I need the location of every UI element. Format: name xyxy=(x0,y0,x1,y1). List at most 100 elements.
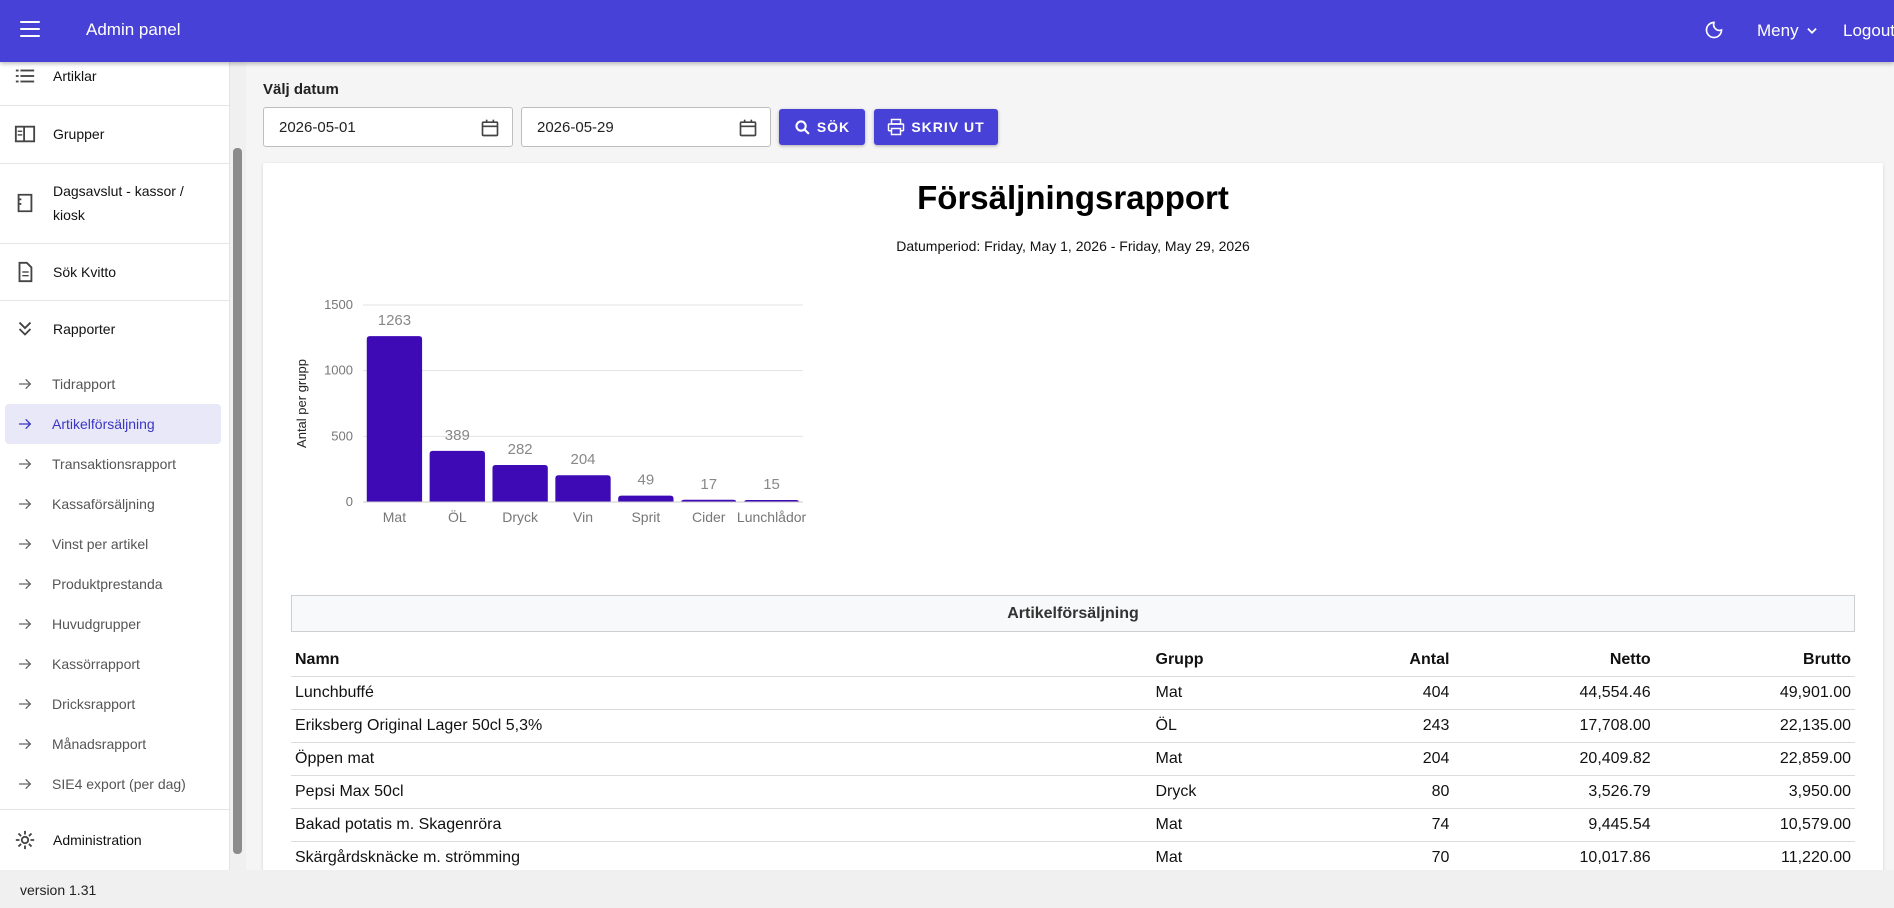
sidebar-subitem-sie4-export[interactable]: SIE4 export (per dag) xyxy=(5,764,221,804)
arrow-right-icon xyxy=(19,538,32,550)
divider xyxy=(0,809,229,810)
list-icon xyxy=(15,69,35,83)
cell-netto: 17,708.00 xyxy=(1453,709,1655,743)
cell-namn: Pepsi Max 50cl xyxy=(291,775,1152,809)
sidebar-subitem-kassaforsaljning[interactable]: Kassaförsäljning xyxy=(5,484,221,524)
data-label: 389 xyxy=(445,427,470,444)
sidebar-subitem-vinst-per-artikel[interactable]: Vinst per artikel xyxy=(5,524,221,564)
cell-netto: 44,554.46 xyxy=(1453,676,1655,710)
cell-brutto: 49,901.00 xyxy=(1654,676,1855,710)
from-date-input[interactable]: 2026-05-01 xyxy=(263,107,513,147)
sidebar-subitem-label: Huvudgrupper xyxy=(52,616,141,632)
arrow-right-icon xyxy=(19,378,32,390)
sidebar-item-sok-kvitto[interactable]: Sök Kvitto xyxy=(0,260,229,284)
table-row: Pepsi Max 50cl Dryck 80 3,526.79 3,950.00 xyxy=(291,775,1855,809)
sidebar-item-label: Dagsavslut - kassor / xyxy=(53,183,184,199)
x-tick-label: Vin xyxy=(573,509,593,525)
sidebar-subitem-label: Artikelförsäljning xyxy=(52,416,155,432)
cell-antal: 74 xyxy=(1342,808,1454,842)
cell-grupp: Dryck xyxy=(1151,775,1343,809)
sidebar-item-grupper[interactable]: Grupper xyxy=(0,122,229,146)
y-tick-label: 1000 xyxy=(324,363,353,378)
sidebar-subitem-manadsrapport[interactable]: Månadsrapport xyxy=(5,724,221,764)
arrow-right-icon xyxy=(19,418,32,430)
sidebar-subitem-transaktionsrapport[interactable]: Transaktionsrapport xyxy=(5,444,221,484)
report-period: Datumperiod: Friday, May 1, 2026 - Frida… xyxy=(896,238,1250,254)
report-title: Försäljningsrapport xyxy=(917,179,1229,216)
date-select-label: Välj datum xyxy=(263,81,339,98)
sidebar-subitem-kassorrapport[interactable]: Kassörrapport xyxy=(5,644,221,684)
column-header-netto[interactable]: Netto xyxy=(1453,644,1655,677)
sidebar-subitem-artikelforsaljning[interactable]: Artikelförsäljning xyxy=(5,404,221,444)
menu-dropdown-button[interactable]: Meny xyxy=(1757,21,1819,41)
sidebar-subitem-tidrapport[interactable]: Tidrapport xyxy=(5,364,221,404)
sidebar-item-label: Sök Kvitto xyxy=(53,264,117,280)
column-header-namn[interactable]: Namn xyxy=(291,644,1152,677)
divider xyxy=(0,243,229,244)
cell-netto: 9,445.54 xyxy=(1453,808,1655,842)
data-label: 17 xyxy=(700,476,717,493)
arrow-right-icon xyxy=(19,498,32,510)
logout-button[interactable]: Logout xyxy=(1843,21,1894,41)
sidebar-item-dagsavslut[interactable]: Dagsavslut - kassor / kiosk xyxy=(0,179,229,227)
app-title: Admin panel xyxy=(86,20,181,39)
sales-table: Namn Grupp Antal Netto Brutto Lunchbuffé… xyxy=(291,644,1855,875)
to-date-value: 2026-05-29 xyxy=(537,119,614,136)
report-card: Försäljningsrapport Datumperiod: Friday,… xyxy=(263,163,1883,883)
table-row: Bakad potatis m. Skagenröra Mat 74 9,445.54… xyxy=(291,808,1855,842)
sidebar-subitem-label: Vinst per artikel xyxy=(52,536,149,552)
cell-namn: Öppen mat xyxy=(291,742,1152,776)
sidebar-subitem-label: Kassörrapport xyxy=(52,656,140,672)
column-header-brutto[interactable]: Brutto xyxy=(1654,644,1855,677)
sidebar-item-label: Grupper xyxy=(53,126,105,142)
sidebar-item-artiklar[interactable]: Artiklar xyxy=(0,64,229,88)
sidebar-subitem-label: Månadsrapport xyxy=(52,736,147,752)
y-tick-label: 500 xyxy=(331,428,353,443)
sidebar-item-label: Artiklar xyxy=(53,68,97,84)
search-button-label: SÖK xyxy=(816,119,851,135)
print-button[interactable]: SKRIV UT xyxy=(874,109,998,145)
sidebar-scrollbar-thumb[interactable] xyxy=(233,148,242,854)
chevron-down-icon xyxy=(1806,28,1817,34)
data-label: 15 xyxy=(763,476,780,493)
sidebar-subitem-label: Tidrapport xyxy=(52,376,116,392)
dark-mode-moon-icon[interactable] xyxy=(1704,20,1724,40)
hamburger-menu-icon[interactable] xyxy=(20,21,40,37)
arrow-right-icon xyxy=(19,778,32,790)
table-row: Öppen mat Mat 204 20,409.82 22,859.00 xyxy=(291,742,1855,776)
sidebar-item-rapporter[interactable]: Rapporter xyxy=(0,317,229,341)
sidebar-subitem-produktprestanda[interactable]: Produktprestanda xyxy=(5,564,221,604)
calendar-icon[interactable] xyxy=(480,118,500,138)
bar-chart: 0 500 1000 1500 Antal per grupp 1263 Mat 389 ÖL 2… xyxy=(294,297,807,525)
sidebar: Artiklar Grupper Dagsavslut - kassor / k… xyxy=(0,62,230,870)
calendar-icon[interactable] xyxy=(738,118,758,138)
sidebar-subitem-dricksrapport[interactable]: Dricksrapport xyxy=(5,684,221,724)
print-button-label: SKRIV UT xyxy=(911,119,985,135)
version-text: version 1.31 xyxy=(20,882,97,898)
cell-antal: 404 xyxy=(1342,676,1454,710)
column-header-grupp[interactable]: Grupp xyxy=(1151,644,1343,677)
x-tick-label: Cider xyxy=(692,509,726,525)
arrow-right-icon xyxy=(19,698,32,710)
y-axis-label: Antal per grupp xyxy=(294,359,309,448)
cell-brutto: 22,859.00 xyxy=(1654,742,1855,776)
sidebar-item-label: Administration xyxy=(53,832,142,848)
sidebar-subitem-huvudgrupper[interactable]: Huvudgrupper xyxy=(5,604,221,644)
arrow-right-icon xyxy=(19,458,32,470)
to-date-input[interactable]: 2026-05-29 xyxy=(521,107,771,147)
bar xyxy=(429,450,485,502)
sidebar-subitem-label: Dricksrapport xyxy=(52,696,136,712)
search-button[interactable]: SÖK xyxy=(779,109,865,145)
x-tick-label: Dryck xyxy=(502,509,539,525)
sidebar-item-administration[interactable]: Administration xyxy=(0,828,229,852)
y-tick-label: 0 xyxy=(346,494,353,509)
arrow-right-icon xyxy=(19,658,32,670)
receipt-icon xyxy=(17,193,33,213)
sidebar-subitem-label: Transaktionsrapport xyxy=(52,456,176,472)
x-tick-label: Lunchlådor xyxy=(737,509,807,525)
cell-grupp: Mat xyxy=(1151,676,1343,710)
from-date-value: 2026-05-01 xyxy=(279,119,356,136)
column-header-antal[interactable]: Antal xyxy=(1342,644,1454,677)
bar xyxy=(366,336,423,502)
table-row: Lunchbuffé Mat 404 44,554.46 49,901.00 xyxy=(291,676,1855,710)
